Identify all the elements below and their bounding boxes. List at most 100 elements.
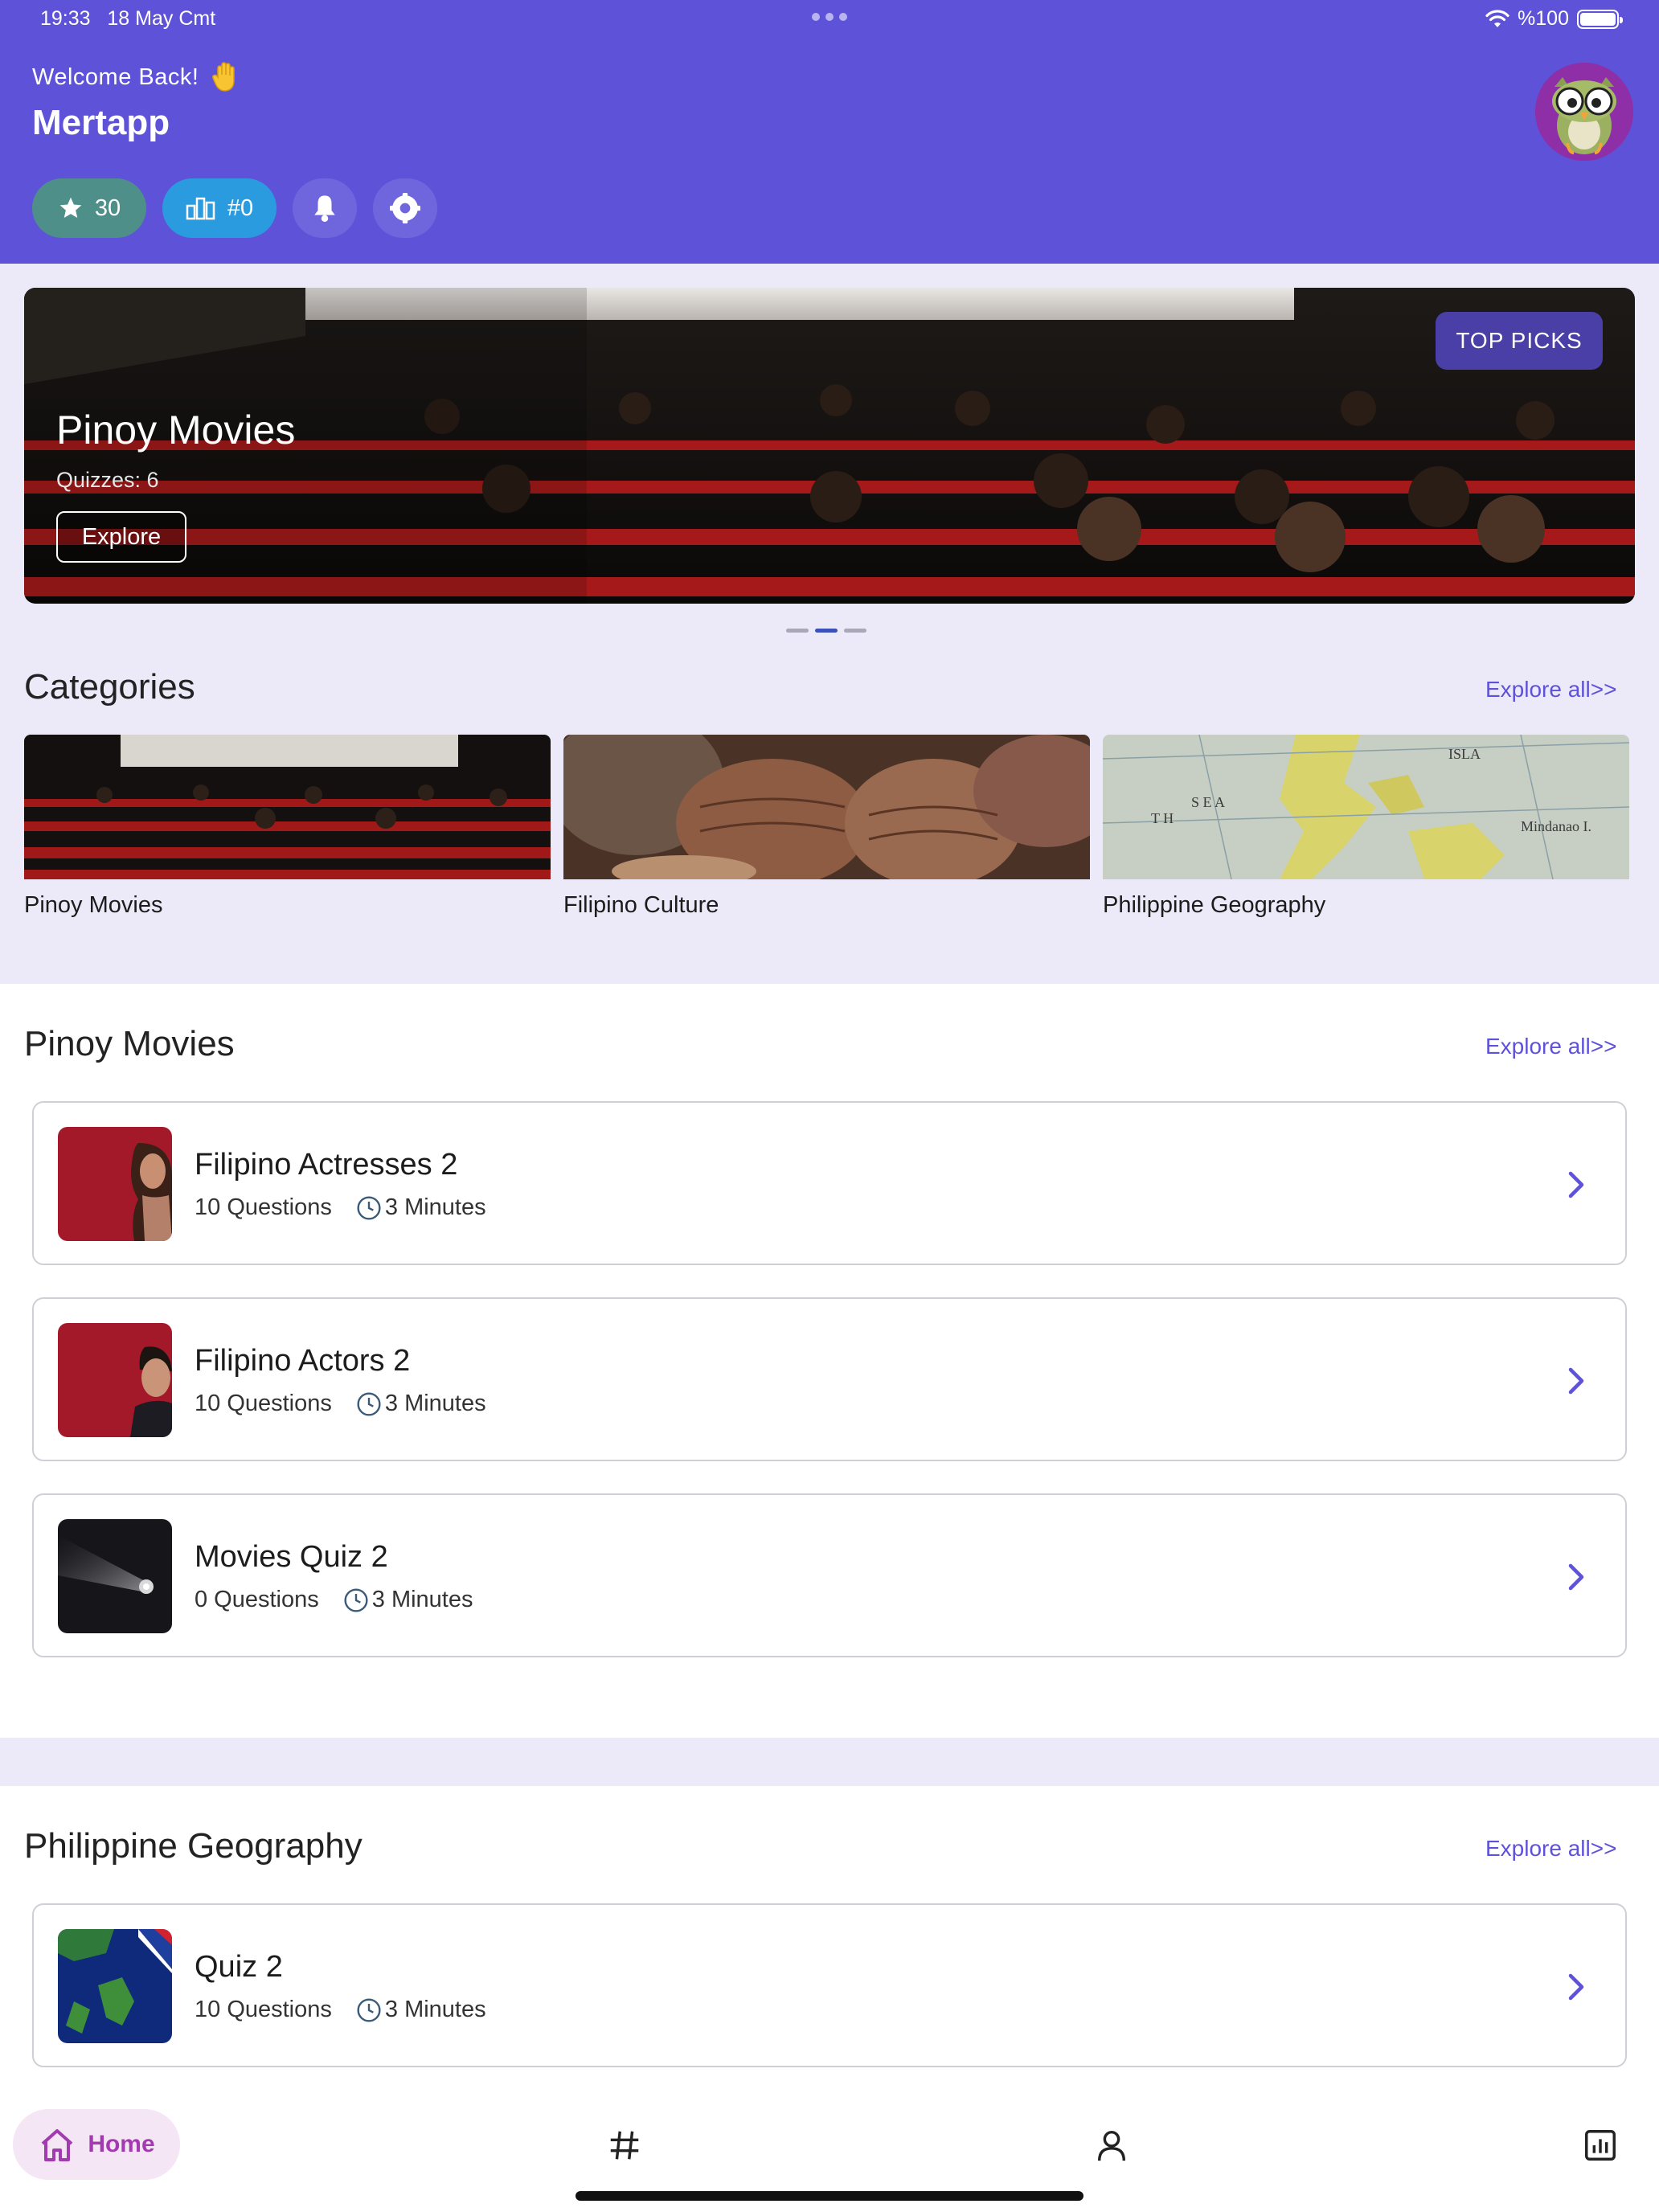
svg-text:T H: T H xyxy=(1151,810,1174,826)
quiz-title: Movies Quiz 2 xyxy=(195,1540,388,1574)
quiz-meta: 10 Questions 3 Minutes xyxy=(195,1194,486,1221)
owl-avatar-image xyxy=(1535,63,1633,161)
philippine-geography-section: Philippine Geography Explore all>> Quiz … xyxy=(0,1786,1659,2093)
welcome-text: Welcome Back! xyxy=(32,63,199,90)
rank-chip[interactable]: #0 xyxy=(162,178,276,238)
projector-thumbnail-image xyxy=(58,1519,172,1633)
clock-icon xyxy=(357,1391,381,1416)
welcome-message: Welcome Back! xyxy=(32,61,240,93)
notifications-button[interactable] xyxy=(293,178,357,238)
nav-home-label: Home xyxy=(88,2131,155,2157)
quiz-thumbnail xyxy=(58,1929,172,2043)
status-indicators: %100 xyxy=(1485,7,1623,31)
banner-page-indicator[interactable] xyxy=(786,629,866,633)
chevron-right-icon[interactable] xyxy=(1561,1363,1593,1399)
battery-icon xyxy=(1577,9,1623,29)
quiz-question-count: 10 Questions xyxy=(195,1997,332,2022)
score-value: 30 xyxy=(94,195,121,221)
settings-button[interactable] xyxy=(373,178,437,238)
app-header: 19:33 18 May Cmt %100 Welcome Back! Mert… xyxy=(0,0,1659,264)
featured-banner[interactable]: TOP PICKS Pinoy Movies Quizzes: 6 Explor… xyxy=(24,288,1635,604)
svg-text:Mindanao I.: Mindanao I. xyxy=(1521,818,1591,834)
pinoy-movies-title: Pinoy Movies xyxy=(24,1024,235,1063)
gear-icon xyxy=(390,193,420,223)
categories-explore-all-link[interactable]: Explore all>> xyxy=(1485,677,1616,703)
banner-quiz-count: Quizzes: 6 xyxy=(56,468,159,492)
quiz-card[interactable]: Movies Quiz 2 0 Questions 3 Minutes xyxy=(32,1493,1627,1657)
category-image xyxy=(563,735,1090,879)
category-card-philippine-geography[interactable]: T H S E A Mindanao I. ISLA Philippine Geog… xyxy=(1103,735,1629,919)
header-chips: 30 #0 xyxy=(32,178,437,238)
quiz-duration: 3 Minutes xyxy=(384,1997,486,2022)
map-thumbnail-image: T H S E A Mindanao I. ISLA xyxy=(1103,735,1629,879)
status-clock: 19:33 xyxy=(40,7,91,30)
bell-icon xyxy=(314,195,335,222)
quiz-card[interactable]: Quiz 2 10 Questions 3 Minutes xyxy=(32,1903,1627,2067)
bottom-navigation: Home xyxy=(0,2093,1659,2212)
quiz-card[interactable]: Filipino Actors 2 10 Questions 3 Minutes xyxy=(32,1297,1627,1461)
star-icon xyxy=(59,197,82,218)
quiz-meta: 10 Questions 3 Minutes xyxy=(195,1391,486,1417)
chevron-right-icon[interactable] xyxy=(1561,1167,1593,1202)
quiz-meta: 0 Questions 3 Minutes xyxy=(195,1587,473,1613)
status-time: 19:33 18 May Cmt xyxy=(40,7,215,31)
rank-value: #0 xyxy=(227,195,254,221)
actor-thumbnail-image xyxy=(58,1323,172,1437)
leaderboard-icon xyxy=(186,197,215,220)
actress-thumbnail-image xyxy=(58,1127,172,1241)
clock-icon xyxy=(344,1587,368,1612)
chevron-right-icon[interactable] xyxy=(1561,1969,1593,2005)
quiz-thumbnail xyxy=(58,1323,172,1437)
home-icon xyxy=(41,2129,73,2161)
quiz-question-count: 10 Questions xyxy=(195,1194,332,1220)
category-image xyxy=(24,735,551,879)
quiz-question-count: 0 Questions xyxy=(195,1587,319,1612)
quiz-thumbnail xyxy=(58,1127,172,1241)
category-label: Filipino Culture xyxy=(563,892,719,918)
user-avatar[interactable] xyxy=(1535,63,1633,161)
category-card-filipino-culture[interactable]: Filipino Culture xyxy=(563,735,1090,919)
pinoy-movies-section: Pinoy Movies Explore all>> Filipino Actr… xyxy=(0,984,1659,1738)
quiz-meta: 10 Questions 3 Minutes xyxy=(195,1997,486,2023)
philippine-geography-title: Philippine Geography xyxy=(24,1826,363,1866)
profile-icon[interactable] xyxy=(1093,2127,1130,2164)
chevron-right-icon[interactable] xyxy=(1561,1559,1593,1595)
banner-title: Pinoy Movies xyxy=(56,408,296,453)
clock-icon xyxy=(357,1997,381,2022)
category-label: Philippine Geography xyxy=(1103,892,1326,918)
quiz-question-count: 10 Questions xyxy=(195,1391,332,1416)
score-chip[interactable]: 30 xyxy=(32,178,146,238)
hashtag-icon[interactable] xyxy=(606,2127,643,2164)
pottery-thumbnail-image xyxy=(563,735,1090,879)
stats-icon[interactable] xyxy=(1582,2127,1619,2164)
home-indicator-bar[interactable] xyxy=(576,2191,1083,2201)
quiz-thumbnail xyxy=(58,1519,172,1633)
quiz-title: Quiz 2 xyxy=(195,1950,283,1984)
page-dot[interactable] xyxy=(844,629,866,633)
status-bar: 19:33 18 May Cmt %100 xyxy=(0,0,1659,39)
quiz-card[interactable]: Filipino Actresses 2 10 Questions 3 Minu… xyxy=(32,1101,1627,1265)
quiz-title: Filipino Actresses 2 xyxy=(195,1148,458,1182)
quiz-duration: 3 Minutes xyxy=(371,1587,473,1612)
wifi-icon xyxy=(1485,9,1509,27)
nav-home-tab[interactable]: Home xyxy=(13,2109,180,2180)
category-label: Pinoy Movies xyxy=(24,892,163,918)
clock-icon xyxy=(357,1195,381,1220)
svg-text:ISLA: ISLA xyxy=(1448,746,1481,762)
svg-text:S E A: S E A xyxy=(1191,794,1225,810)
philippine-geography-explore-all-link[interactable]: Explore all>> xyxy=(1485,1836,1616,1862)
page-dot[interactable] xyxy=(786,629,809,633)
banner-explore-button[interactable]: Explore xyxy=(56,511,186,563)
top-picks-badge: TOP PICKS xyxy=(1436,312,1603,370)
battery-percent: %100 xyxy=(1518,7,1569,30)
multitasking-dots-icon[interactable] xyxy=(812,13,847,21)
categories-title: Categories xyxy=(24,667,195,707)
category-image: T H S E A Mindanao I. ISLA xyxy=(1103,735,1629,879)
cinema-thumbnail-image xyxy=(24,735,551,879)
pinoy-movies-explore-all-link[interactable]: Explore all>> xyxy=(1485,1034,1616,1059)
waving-hand-icon xyxy=(212,62,236,92)
quiz-title: Filipino Actors 2 xyxy=(195,1344,411,1378)
page-dot-active[interactable] xyxy=(815,629,838,633)
app-name: Mertapp xyxy=(32,103,170,142)
category-card-pinoy-movies[interactable]: Pinoy Movies xyxy=(24,735,551,919)
